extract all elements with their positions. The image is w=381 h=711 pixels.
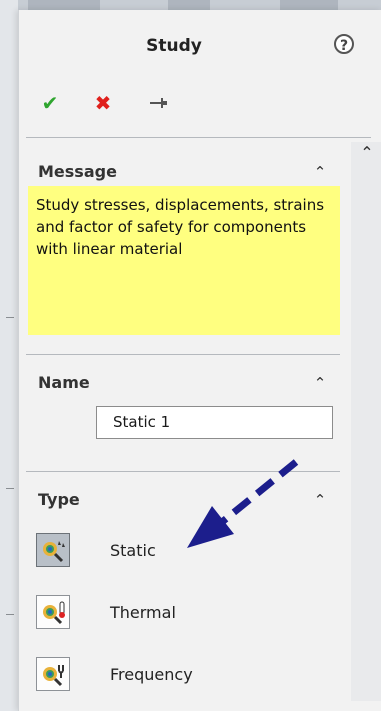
annotation-arrow bbox=[187, 459, 299, 548]
